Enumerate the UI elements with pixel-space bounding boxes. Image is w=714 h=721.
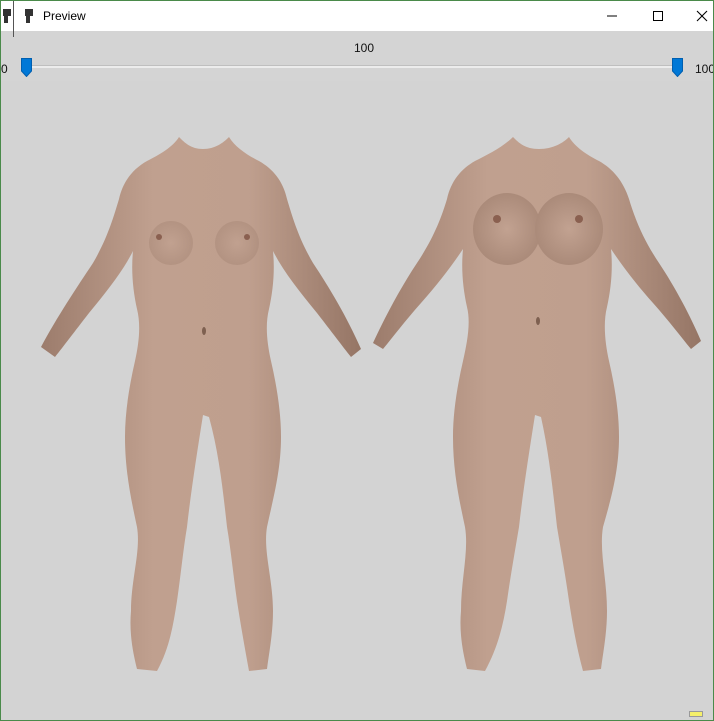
preview-window: Preview 100 0 100 — [0, 0, 714, 721]
base-body-model — [41, 137, 361, 671]
minimize-button[interactable] — [589, 1, 635, 31]
range-slider: 100 0 100 — [1, 31, 713, 81]
slider-value-label: 100 — [353, 41, 375, 55]
close-icon — [696, 10, 708, 22]
slider-min-label: 0 — [1, 62, 8, 76]
close-button[interactable] — [679, 1, 713, 31]
app-icon — [25, 9, 33, 23]
slider-max-label: 100 — [695, 62, 714, 76]
slider-thumb-low[interactable] — [21, 58, 32, 77]
maximize-button[interactable] — [635, 1, 681, 31]
preview-canvas — [41, 137, 701, 671]
resize-grip[interactable] — [689, 711, 703, 717]
maximize-icon — [653, 11, 663, 21]
minimize-icon — [607, 15, 617, 17]
title-bar[interactable]: Preview — [1, 0, 713, 37]
app-icon — [3, 9, 11, 23]
slider-thumb-high[interactable] — [672, 58, 683, 77]
slider-track[interactable] — [27, 65, 679, 68]
morphed-body-model — [373, 137, 701, 671]
3d-preview-viewport[interactable] — [1, 81, 713, 720]
window-title: Preview — [43, 9, 86, 23]
